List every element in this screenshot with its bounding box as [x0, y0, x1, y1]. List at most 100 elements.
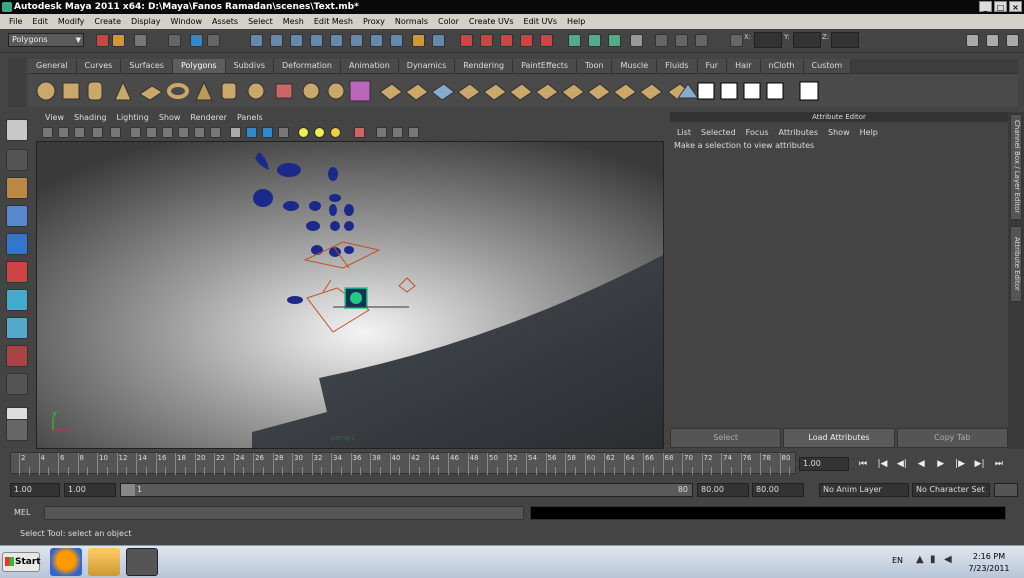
panel-menu-view[interactable]: View [40, 112, 69, 125]
menu-window[interactable]: Window [166, 17, 208, 26]
snap-point-icon[interactable] [290, 34, 303, 47]
go-to-start-icon[interactable]: ⏮ [856, 457, 870, 471]
menu-help[interactable]: Help [562, 17, 590, 26]
texture-icon[interactable] [210, 127, 221, 138]
render-region-icon[interactable] [588, 34, 601, 47]
load-attributes-button[interactable]: Load Attributes [783, 428, 895, 448]
uv-checker-4-icon[interactable] [766, 82, 784, 100]
lock-icon[interactable] [412, 34, 425, 47]
channel-box-tab[interactable]: Channel Box / Layer Editor [1010, 114, 1022, 220]
last-tool-icon[interactable] [6, 373, 28, 395]
poly-cylinder-icon[interactable] [87, 81, 103, 101]
scale-tool-icon[interactable] [6, 261, 28, 283]
panel-menu-show[interactable]: Show [154, 112, 186, 125]
step-back-frame-icon[interactable]: |◀ [875, 457, 889, 471]
move-tool-icon[interactable] [6, 205, 28, 227]
y-field[interactable] [793, 32, 821, 48]
network-icon[interactable]: ▮ [930, 554, 936, 565]
snap-live-icon[interactable] [330, 34, 343, 47]
wireframe-icon[interactable] [130, 127, 141, 138]
poly-prism-icon[interactable] [195, 80, 213, 101]
menu-file[interactable]: File [4, 17, 27, 26]
menu-color[interactable]: Color [433, 17, 464, 26]
uv-layout-icon[interactable] [799, 81, 819, 101]
ae-menu-attributes[interactable]: Attributes [774, 128, 824, 137]
shelf-tab-curves[interactable]: Curves [76, 59, 122, 73]
firefox-icon[interactable] [50, 548, 82, 576]
menu-set-selector[interactable]: Polygons ▼ [8, 33, 84, 47]
shelf-tab-general[interactable]: General [28, 59, 77, 73]
all-lights-icon[interactable] [314, 127, 325, 138]
menu-edit[interactable]: Edit [27, 17, 53, 26]
uv-checker-2-icon[interactable] [720, 82, 738, 100]
soft-mod-tool-icon[interactable] [6, 317, 28, 339]
poly-plane-icon[interactable] [139, 85, 163, 101]
shelf-tab-polygons[interactable]: Polygons [172, 59, 226, 73]
current-frame-field[interactable]: 1.00 [799, 457, 849, 471]
bevel-icon[interactable] [379, 83, 403, 101]
shelf-tab-subdivs[interactable]: Subdivs [225, 59, 275, 73]
shelf-tab-rendering[interactable]: Rendering [455, 59, 514, 73]
menu-create[interactable]: Create [89, 17, 126, 26]
poly-torus-icon[interactable] [167, 83, 189, 99]
ae-menu-show[interactable]: Show [823, 128, 855, 137]
show-attribute-editor-icon[interactable] [966, 34, 979, 47]
merge-icon[interactable] [535, 83, 559, 101]
render-settings-icon[interactable] [500, 34, 513, 47]
character-set-select[interactable]: No Character Set [912, 483, 990, 497]
extrude-icon[interactable] [405, 83, 429, 101]
clock-time[interactable]: 2:16 PM [966, 552, 1012, 561]
bounding-box-icon[interactable] [162, 127, 173, 138]
anim-start-field[interactable]: 1.00 [64, 483, 116, 497]
select-tool-icon[interactable] [6, 119, 28, 141]
end-time-field[interactable]: 80.00 [752, 483, 804, 497]
offset-edge-icon[interactable] [561, 83, 585, 101]
film-gate-icon[interactable] [376, 127, 387, 138]
x-field[interactable] [754, 32, 782, 48]
menu-mesh[interactable]: Mesh [278, 17, 309, 26]
panel-menu-lighting[interactable]: Lighting [111, 112, 153, 125]
menu-create-uvs[interactable]: Create UVs [464, 17, 519, 26]
collapse-icon[interactable] [587, 83, 611, 101]
select-button[interactable]: Select [670, 428, 782, 448]
isolate-select-icon[interactable] [246, 127, 257, 138]
hypershade-icon[interactable] [520, 34, 533, 47]
time-slider[interactable]: 2 4 6 8 10 12 14 16 18 20 22 24 26 28 30 32 34 36 38 40 42 44… [10, 452, 796, 475]
high-quality-icon[interactable] [278, 127, 289, 138]
render-options-icon[interactable] [568, 34, 581, 47]
panel-menu-panels[interactable]: Panels [232, 112, 268, 125]
command-input[interactable] [44, 506, 524, 520]
lasso-tool-icon[interactable] [6, 149, 28, 171]
rename-icon[interactable] [655, 34, 668, 47]
shelf-tab-fur[interactable]: Fur [697, 59, 728, 73]
play-backwards-icon[interactable]: ◀ [914, 457, 928, 471]
smooth-shade-icon[interactable] [146, 127, 157, 138]
open-scene-icon[interactable] [112, 34, 125, 47]
shelf-tab-muscle[interactable]: Muscle [612, 59, 658, 73]
render-frame-icon[interactable] [460, 34, 473, 47]
shelf-tab-animation[interactable]: Animation [340, 59, 399, 73]
panel-menu-shading[interactable]: Shading [69, 112, 112, 125]
range-start-handle[interactable] [121, 484, 135, 496]
range-slider[interactable]: 1 80 [120, 483, 693, 497]
smooth-icon[interactable] [349, 80, 371, 102]
panel-menu-renderer[interactable]: Renderer [185, 112, 232, 125]
select-object-icon[interactable] [190, 34, 203, 47]
poly-pipe-icon[interactable] [221, 82, 237, 100]
shelf-tab-dynamics[interactable]: Dynamics [398, 59, 456, 73]
shelf-tab-fluids[interactable]: Fluids [657, 59, 698, 73]
step-back-key-icon[interactable]: ◀| [895, 457, 909, 471]
rotate-tool-icon[interactable] [6, 233, 28, 255]
poly-helix-icon[interactable] [247, 82, 265, 100]
shadows-icon[interactable] [262, 127, 273, 138]
snapshot-icon[interactable] [608, 34, 621, 47]
ae-menu-selected[interactable]: Selected [696, 128, 741, 137]
shelf-tab-surfaces[interactable]: Surfaces [121, 59, 173, 73]
append-icon[interactable] [457, 83, 481, 101]
split-icon[interactable] [483, 83, 507, 101]
selected-lights-icon[interactable] [330, 127, 341, 138]
render-view-icon[interactable] [540, 34, 553, 47]
quick-select-icon[interactable] [695, 34, 708, 47]
new-scene-icon[interactable] [96, 34, 109, 47]
input-ops-icon[interactable] [432, 34, 445, 47]
